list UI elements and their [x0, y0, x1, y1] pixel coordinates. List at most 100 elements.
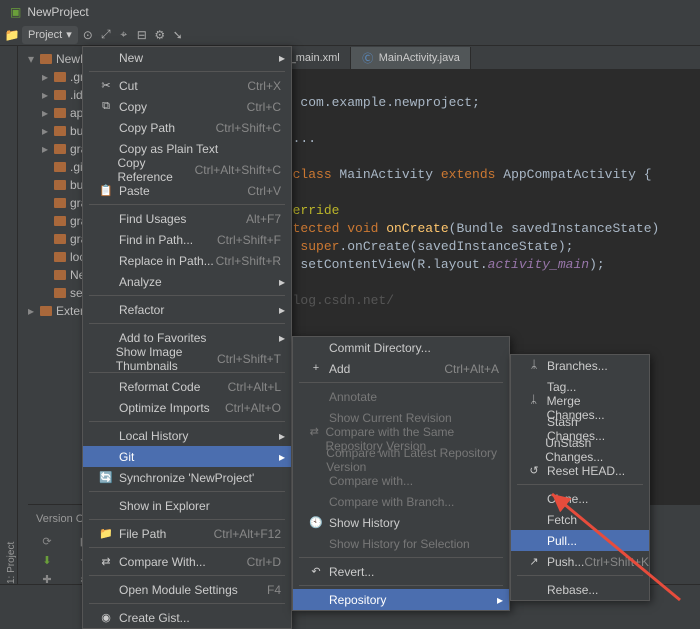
menu-item-label: Copy — [119, 100, 147, 114]
menu-item[interactable]: Replace in Path...Ctrl+Shift+R — [83, 250, 291, 271]
sidebar-project[interactable]: 1: Project — [6, 52, 17, 584]
menu-item-label: Show History for Selection — [329, 537, 470, 551]
menu-item[interactable]: Pull... — [511, 530, 649, 551]
menu-item[interactable]: Fetch — [511, 509, 649, 530]
menu-item[interactable]: Repository▸ — [293, 589, 509, 610]
menu-item-label: Push... — [547, 555, 584, 569]
menu-item[interactable]: ᛦ Branches... — [511, 355, 649, 376]
menu-item-label: Add to Favorites — [119, 331, 206, 345]
menu-item[interactable]: Show Image ThumbnailsCtrl+Shift+T — [83, 348, 291, 369]
menu-shortcut: Ctrl+Shift+R — [216, 254, 281, 268]
menu-item-label: Branches... — [547, 359, 608, 373]
sidebar-left: 1: Project 7: Structure Captures Build V… — [0, 46, 18, 584]
menu-item-icon: ↺ — [527, 464, 541, 478]
project-dropdown[interactable]: Project ▾ — [22, 26, 78, 44]
menu-item[interactable]: UnStash Changes... — [511, 439, 649, 460]
menu-item[interactable]: Show in Explorer — [83, 495, 291, 516]
menu-item-icon: ↶ — [309, 565, 323, 579]
folder-icon — [54, 108, 66, 118]
menu-shortcut: Ctrl+Alt+F12 — [214, 527, 281, 541]
expand-icon[interactable]: ⤢ — [98, 27, 114, 43]
menu-item[interactable]: Commit Directory... — [293, 337, 509, 358]
menu-item: Compare with Branch... — [293, 491, 509, 512]
menu-item-label: Create Gist... — [119, 611, 190, 625]
menu-item-label: Replace in Path... — [119, 254, 214, 268]
menu-shortcut: Ctrl+D — [247, 555, 281, 569]
collapse-icon[interactable]: ⊙ — [80, 27, 96, 43]
folder-icon — [54, 180, 66, 190]
menu-shortcut: Ctrl+Shift+C — [216, 121, 281, 135]
context-menu-repository: ᛦBranches...Tag...ᛦMerge Changes...Stash… — [510, 354, 650, 601]
tree-arrow: ▸ — [42, 88, 50, 102]
menu-item[interactable]: ⇄Compare With...Ctrl+D — [83, 551, 291, 572]
menu-shortcut: Ctrl+Alt+L — [228, 380, 281, 394]
menu-item[interactable]: Optimize ImportsCtrl+Alt+O — [83, 397, 291, 418]
menu-item[interactable]: ✂CutCtrl+X — [83, 75, 291, 96]
hide-icon[interactable]: ➘ — [170, 27, 186, 43]
folder-icon — [54, 270, 66, 280]
tab-main-activity[interactable]: Ⓒ MainActivity.java — [351, 47, 471, 69]
menu-item-icon: ⇄ — [99, 555, 113, 569]
java-icon: Ⓒ — [361, 50, 375, 66]
menu-item[interactable]: Analyze▸ — [83, 271, 291, 292]
menu-item[interactable]: ↶ Revert... — [293, 561, 509, 582]
menu-item[interactable]: Find UsagesAlt+F7 — [83, 208, 291, 229]
folder-icon — [54, 72, 66, 82]
code-editor[interactable]: package com.example.newproject; import .… — [228, 70, 700, 328]
editor-tabs: ◎ activity_main.xml Ⓒ MainActivity.java — [228, 46, 700, 70]
menu-item-label: Tag... — [547, 380, 576, 394]
menu-item-label: Reformat Code — [119, 380, 200, 394]
menu-item-label: New — [119, 51, 143, 65]
menu-item[interactable]: Git▸ — [83, 446, 291, 467]
menu-shortcut: Ctrl+Shift+T — [217, 352, 281, 366]
menu-item[interactable]: New▸ — [83, 47, 291, 68]
menu-item[interactable]: Open Module SettingsF4 — [83, 579, 291, 600]
collapse-all-icon[interactable]: ⊟ — [134, 27, 150, 43]
tab-label: MainActivity.java — [379, 52, 460, 64]
menu-item[interactable]: Copy PathCtrl+Shift+C — [83, 117, 291, 138]
menu-item[interactable]: 📁File PathCtrl+Alt+F12 — [83, 523, 291, 544]
menu-item-icon: ᛦ — [527, 359, 541, 373]
menu-item-label: Show in Explorer — [119, 499, 210, 513]
menu-item-label: Compare with Branch... — [329, 495, 454, 509]
tree-arrow: ▸ — [42, 142, 50, 156]
settings-icon[interactable]: ⚙ — [152, 27, 168, 43]
vcs-icon[interactable]: ⬇ — [40, 554, 54, 567]
menu-item[interactable]: +AddCtrl+Alt+A — [293, 358, 509, 379]
menu-item[interactable]: 🕙Show History — [293, 512, 509, 533]
menu-item-label: Cut — [119, 79, 138, 93]
folder-icon — [54, 126, 66, 136]
menu-shortcut: Alt+F7 — [246, 212, 281, 226]
menu-item-icon: ◉ — [99, 611, 113, 625]
menu-item: Annotate — [293, 386, 509, 407]
app-icon: ▣ — [10, 5, 21, 19]
menu-item[interactable]: 📋PasteCtrl+V — [83, 180, 291, 201]
menu-item[interactable]: Refactor▸ — [83, 299, 291, 320]
menu-item[interactable]: Reformat Code Ctrl+Alt+L — [83, 376, 291, 397]
folder-icon — [54, 234, 66, 244]
menu-item-label: Clone... — [547, 492, 588, 506]
window-title: NewProject — [27, 5, 88, 19]
menu-item[interactable]: ◉ Create Gist... — [83, 607, 291, 628]
menu-item[interactable]: Local History▸ — [83, 425, 291, 446]
menu-item[interactable]: Copy ReferenceCtrl+Alt+Shift+C — [83, 159, 291, 180]
menu-item-label: Git — [119, 450, 134, 464]
menu-item[interactable]: ↗Push...Ctrl+Shift+K — [511, 551, 649, 572]
menu-shortcut: Ctrl+Alt+O — [225, 401, 281, 415]
folder-icon — [54, 216, 66, 226]
menu-item[interactable]: Clone... — [511, 488, 649, 509]
menu-item-label: Compare with... — [329, 474, 413, 488]
locate-icon[interactable]: ⌖ — [116, 27, 132, 43]
menu-item-label: Repository — [329, 593, 386, 607]
context-menu-main: New▸ ✂CutCtrl+X⧉CopyCtrl+CCopy PathCtrl+S… — [82, 46, 292, 629]
menu-item-label: Revert... — [329, 565, 374, 579]
menu-item[interactable]: ⧉CopyCtrl+C — [83, 96, 291, 117]
menu-item[interactable]: Rebase... — [511, 579, 649, 600]
refresh-icon[interactable]: ⟳ — [40, 535, 54, 548]
menu-item[interactable]: 🔄Synchronize 'NewProject' — [83, 467, 291, 488]
menu-item-label: Annotate — [329, 390, 377, 404]
folder-icon[interactable]: 📁 — [4, 27, 20, 43]
menu-item[interactable]: Find in Path...Ctrl+Shift+F — [83, 229, 291, 250]
menu-item-label: Analyze — [119, 275, 162, 289]
menu-item[interactable]: ↺Reset HEAD... — [511, 460, 649, 481]
